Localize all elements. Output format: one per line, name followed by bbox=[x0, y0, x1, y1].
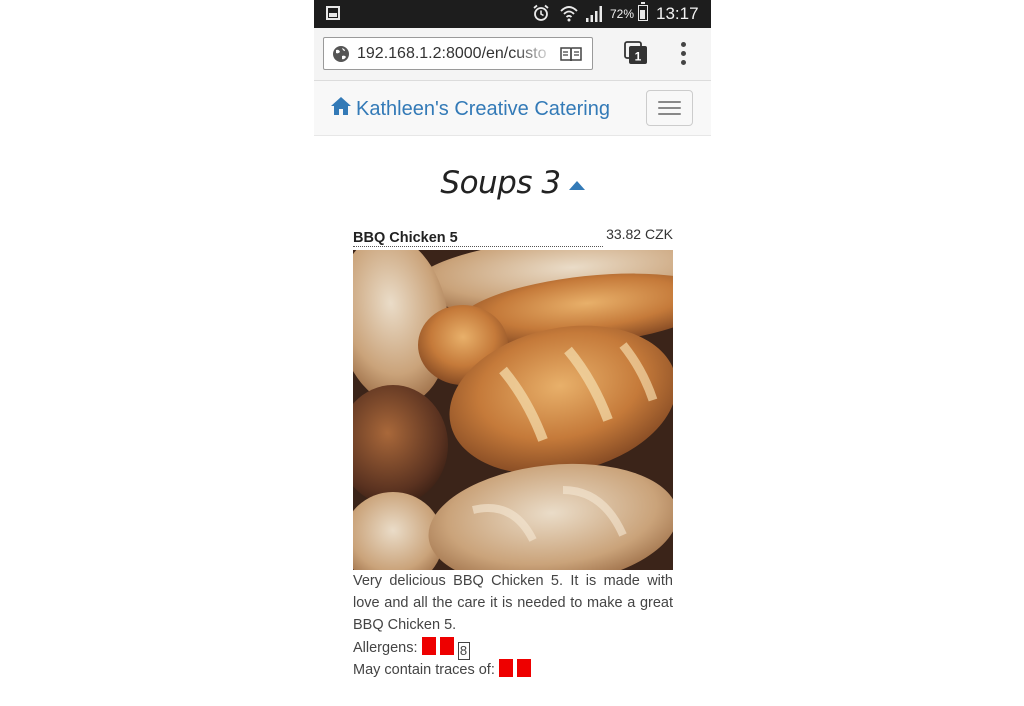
home-icon[interactable] bbox=[330, 96, 352, 116]
status-bar: 72% 13:17 bbox=[314, 0, 711, 28]
traces-label: May contain traces of: bbox=[353, 662, 495, 678]
trace-badge[interactable] bbox=[516, 659, 531, 677]
allergens-row: Allergens: 8 bbox=[353, 637, 683, 660]
address-bar[interactable]: 192.168.1.2:8000/en/custo bbox=[323, 37, 593, 70]
site-navbar: Kathleen's Creative Catering bbox=[314, 81, 711, 136]
item-description: Very delicious BBQ Chicken 5. It is made… bbox=[353, 573, 673, 633]
overflow-menu-icon[interactable] bbox=[681, 42, 687, 66]
dotted-leader bbox=[353, 246, 603, 247]
item-photo bbox=[353, 250, 673, 570]
caret-up-icon[interactable] bbox=[568, 181, 585, 191]
hamburger-icon[interactable] bbox=[646, 90, 693, 126]
allergen-number-badge[interactable]: 8 bbox=[457, 642, 470, 660]
clock: 13:17 bbox=[656, 4, 699, 23]
allergens-label: Allergens: bbox=[353, 640, 418, 656]
battery-icon bbox=[638, 2, 648, 21]
alarm-icon bbox=[533, 4, 549, 21]
allergen-badge[interactable] bbox=[421, 637, 436, 655]
phone-screen: 72% 13:17 192.168.1.2:8000/en/custo 1 Ka… bbox=[314, 0, 711, 706]
brand-link[interactable]: Kathleen's Creative Catering bbox=[356, 98, 610, 121]
battery-percent: 72% bbox=[610, 7, 635, 21]
wifi-icon bbox=[560, 6, 578, 22]
section-heading[interactable]: Soups 3 bbox=[314, 165, 711, 201]
signal-icon bbox=[586, 6, 602, 22]
reader-mode-icon[interactable] bbox=[560, 46, 582, 62]
browser-toolbar: 192.168.1.2:8000/en/custo 1 bbox=[314, 28, 711, 81]
gallery-icon bbox=[326, 6, 340, 20]
item-name: BBQ Chicken 5 bbox=[353, 230, 458, 246]
traces-row: May contain traces of: bbox=[353, 659, 683, 678]
tab-count: 1 bbox=[635, 50, 642, 64]
globe-icon bbox=[333, 46, 349, 62]
tabs-icon[interactable]: 1 bbox=[624, 41, 648, 65]
item-price: 33.82 CZK bbox=[606, 226, 673, 242]
trace-badge[interactable] bbox=[498, 659, 513, 677]
url-fade bbox=[514, 38, 556, 69]
allergen-badge[interactable] bbox=[439, 637, 454, 655]
section-title: Soups 3 bbox=[440, 165, 561, 201]
